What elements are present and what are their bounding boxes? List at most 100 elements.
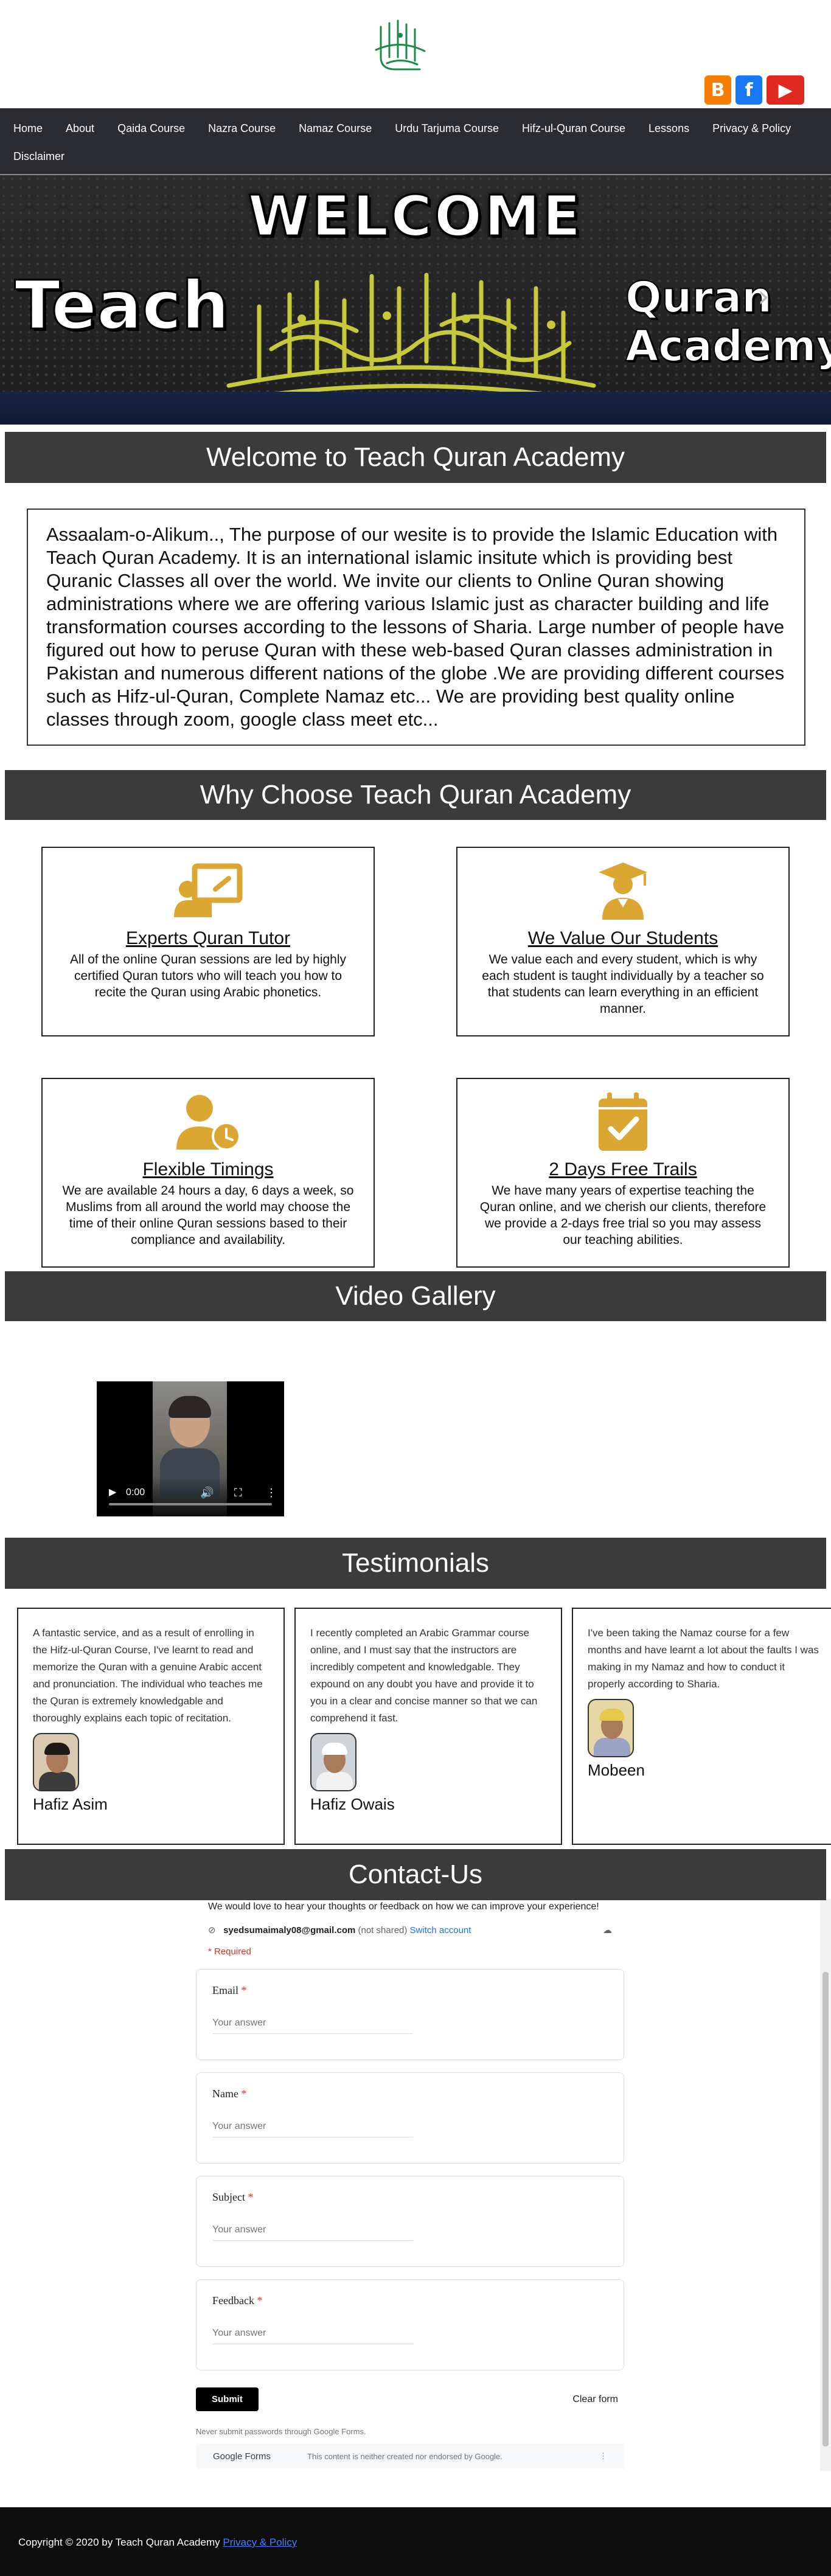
calendar-check-icon: [599, 1092, 647, 1151]
social-links: B f ▶: [704, 75, 804, 105]
blogger-icon[interactable]: B: [704, 75, 731, 105]
main-nav: Home About Qaida Course Nazra Course Nam…: [0, 108, 831, 175]
feature-card-title: We Value Our Students: [527, 928, 718, 948]
avatar: [310, 1733, 356, 1791]
feature-card-title: Flexible Timings: [142, 1159, 274, 1179]
google-forms-logo[interactable]: Google Forms: [213, 2451, 271, 2462]
site-header: B f ▶: [0, 0, 831, 108]
more-options-icon[interactable]: ⋮: [599, 2451, 607, 2461]
submit-button[interactable]: Submit: [196, 2387, 259, 2411]
video-gallery-heading: Video Gallery: [5, 1271, 826, 1321]
account-email: syedsumaimaly08@gmail.com: [223, 1925, 356, 1935]
testimonial-text: I recently completed an Arabic Grammar c…: [310, 1627, 538, 1724]
graduate-student-icon: [599, 863, 647, 920]
banner-academy-text: Academy: [625, 321, 831, 372]
copyright-text: Copyright © 2020 by Teach Quran Academy: [18, 2536, 220, 2548]
avatar: [588, 1699, 634, 1757]
question-label: Feedback: [212, 2294, 254, 2307]
nav-item-about[interactable]: About: [66, 114, 94, 142]
name-field[interactable]: Your answer: [212, 2121, 413, 2137]
feature-card-text: We are available 24 hours a day, 6 days …: [62, 1184, 354, 1247]
testimonial-card: I recently completed an Arabic Grammar c…: [294, 1608, 562, 1845]
feature-card-free-trials: 2 Days Free Trails We have many years of…: [456, 1078, 790, 1268]
contact-heading: Contact-Us: [5, 1849, 826, 1900]
feature-card-title: 2 Days Free Trails: [549, 1159, 697, 1179]
question-label: Name: [212, 2088, 238, 2100]
required-mark: *: [241, 1984, 247, 1996]
cloud-icon: ☁: [603, 1925, 612, 1935]
required-mark: *: [248, 2191, 254, 2203]
nav-item-lessons[interactable]: Lessons: [648, 114, 689, 142]
form-question-subject: Subject * Your answer: [196, 2176, 624, 2267]
banner-bottom-strip: [0, 392, 831, 425]
testimonial-name: Hafiz Owais: [310, 1795, 395, 1813]
avatar: [33, 1733, 79, 1791]
feature-card-text: We value each and every student, which i…: [482, 953, 764, 1016]
nav-item-home[interactable]: Home: [13, 114, 43, 142]
feature-card-students: We Value Our Students We value each and …: [456, 847, 790, 1036]
form-question-name: Name * Your answer: [196, 2072, 624, 2164]
facebook-icon[interactable]: f: [735, 75, 762, 105]
testimonial-name: Mobeen: [588, 1761, 645, 1779]
form-disclaimer: This content is neither created nor endo…: [307, 2451, 502, 2461]
user-clock-icon: [176, 1095, 241, 1151]
video-controls: ▶ 0:00 🔊 ⛶ ⋮: [97, 1477, 284, 1516]
form-account-row: ⊘ syedsumaimaly08@gmail.com (not shared)…: [196, 1912, 624, 1935]
nav-item-disclaimer[interactable]: Disclaimer: [13, 142, 64, 170]
nav-item-qaida-course[interactable]: Qaida Course: [117, 114, 185, 142]
nav-item-urdu-tarjuma-course[interactable]: Urdu Tarjuma Course: [395, 114, 499, 142]
subject-field[interactable]: Your answer: [212, 2224, 413, 2241]
switch-account-link[interactable]: Switch account: [410, 1925, 471, 1935]
testimonial-card: A fantastic service, and as a result of …: [17, 1608, 285, 1845]
bismillah-calligraphy-image: [226, 273, 596, 401]
banner-quran-text: Quran: [625, 272, 773, 323]
testimonial-card: I've been taking the Namaz course for a …: [572, 1608, 831, 1845]
form-scrollbar-thumb[interactable]: [822, 1972, 829, 2446]
testimonial-name: Hafiz Asim: [33, 1795, 108, 1813]
feedback-field[interactable]: Your answer: [212, 2328, 413, 2344]
form-question-email: Email * Your answer: [196, 1969, 624, 2060]
hero-banner: WELCOME Teach Quran › Academy: [0, 175, 831, 425]
required-mark: *: [257, 2294, 263, 2307]
video-player[interactable]: ▶ 0:00 🔊 ⛶ ⋮: [97, 1381, 284, 1516]
welcome-text-box: Assaalam-o-Alikum.., The purpose of our …: [27, 509, 805, 746]
question-label: Subject: [212, 2191, 245, 2203]
testimonial-text: A fantastic service, and as a result of …: [33, 1627, 263, 1724]
form-footer: Google Forms This content is neither cre…: [196, 2443, 624, 2469]
password-warning: Never submit passwords through Google Fo…: [196, 2427, 366, 2436]
video-time: 0:00: [126, 1487, 145, 1498]
site-footer: Copyright © 2020 by Teach Quran Academy …: [0, 2507, 831, 2576]
welcome-heading: Welcome to Teach Quran Academy: [5, 432, 826, 483]
teacher-board-icon: [174, 863, 243, 917]
form-intro-text: We would love to hear your thoughts or f…: [208, 1901, 599, 1912]
required-note: * Required: [208, 1946, 251, 1957]
why-choose-heading: Why Choose Teach Quran Academy: [5, 770, 826, 820]
feature-card-timings: Flexible Timings We are available 24 hou…: [41, 1078, 375, 1268]
feature-card-experts: Experts Quran Tutor All of the online Qu…: [41, 847, 375, 1036]
volume-icon[interactable]: 🔊: [200, 1487, 214, 1499]
banner-teach-text: Teach: [14, 266, 231, 345]
nav-item-namaz-course[interactable]: Namaz Course: [299, 114, 372, 142]
testimonials-heading: Testimonials: [5, 1538, 826, 1589]
form-scrollbar[interactable]: [820, 1899, 831, 2471]
feature-card-title: Experts Quran Tutor: [125, 928, 291, 948]
question-label: Email: [212, 1984, 238, 1996]
footer-privacy-link[interactable]: Privacy & Policy: [223, 2536, 297, 2548]
google-form-embed: We would love to hear your thoughts or f…: [196, 1899, 624, 2471]
nav-item-privacy-policy[interactable]: Privacy & Policy: [712, 114, 791, 142]
required-mark: *: [241, 2088, 247, 2100]
youtube-icon[interactable]: ▶: [767, 75, 804, 105]
banner-welcome-text: WELCOME: [247, 183, 583, 250]
nav-item-hifz-ul-quran-course[interactable]: Hifz-ul-Quran Course: [522, 114, 625, 142]
fullscreen-icon[interactable]: ⛶: [234, 1487, 242, 1499]
video-progress-bar[interactable]: [109, 1503, 272, 1505]
slider-next-arrow-icon[interactable]: ›: [757, 279, 770, 314]
more-options-icon[interactable]: ⋮: [266, 1487, 277, 1499]
play-icon[interactable]: ▶: [109, 1486, 116, 1498]
clear-form-button[interactable]: Clear form: [572, 2394, 618, 2405]
eye-off-icon: ⊘: [208, 1925, 216, 1935]
bismillah-calligraphy-logo[interactable]: [369, 15, 432, 78]
form-actions: Submit Clear form: [196, 2387, 624, 2411]
email-field[interactable]: Your answer: [212, 2018, 413, 2034]
nav-item-nazra-course[interactable]: Nazra Course: [208, 114, 276, 142]
